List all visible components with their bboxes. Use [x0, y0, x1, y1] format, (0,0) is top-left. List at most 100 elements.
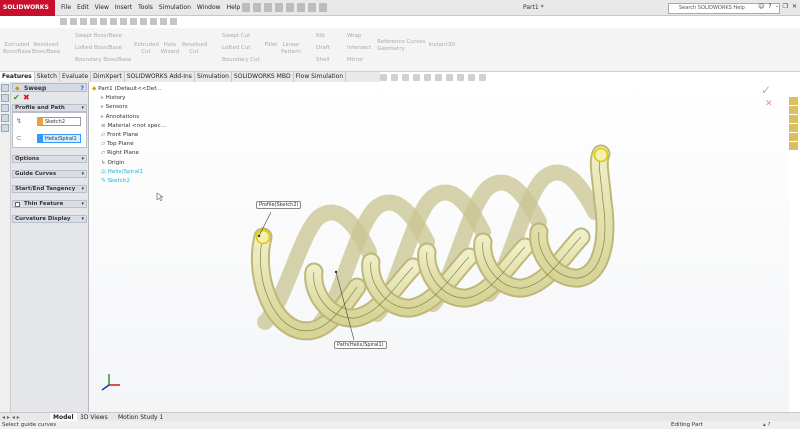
dimxpert-manager-icon[interactable]	[1, 114, 9, 122]
extruded-cut-button[interactable]: Extruded Cut	[134, 42, 159, 56]
instant3d-button[interactable]: Instant3D	[428, 42, 456, 49]
tree-item-front-plane[interactable]: ▱ Front Plane	[92, 131, 202, 140]
boundary-cut-button[interactable]: Boundary Cut	[222, 57, 260, 64]
profile-callout[interactable]: Profile(Sketch2)	[256, 201, 302, 209]
view-orientation-icon[interactable]	[424, 73, 431, 81]
shell-button[interactable]: Shell	[316, 57, 329, 64]
tab-evaluate[interactable]: Evaluate	[60, 72, 92, 82]
mirror-button[interactable]: Mirror	[347, 57, 363, 64]
tree-root-part1[interactable]: ◆ Part1 (Default<<Def...	[92, 85, 202, 94]
configuration-manager-icon[interactable]	[1, 104, 9, 112]
feature-manager-icon[interactable]	[1, 84, 9, 92]
toolbar-icon[interactable]	[130, 18, 137, 25]
menu-help[interactable]: Help	[224, 0, 244, 16]
curves-button[interactable]: Curves	[406, 39, 426, 46]
section-view-icon[interactable]	[413, 73, 420, 81]
restore-icon[interactable]: ❐	[783, 3, 788, 10]
wrap-button[interactable]: Wrap	[347, 33, 361, 40]
undo-icon[interactable]	[286, 3, 294, 12]
options-section[interactable]: Options	[12, 155, 87, 163]
options-icon[interactable]	[319, 3, 327, 12]
rebuild-icon[interactable]	[308, 3, 316, 12]
property-manager-icon[interactable]	[1, 94, 9, 102]
appearances-icon[interactable]	[789, 133, 798, 141]
toolbar-icon[interactable]	[70, 18, 77, 25]
tree-item-origin[interactable]: ↳ Origin	[92, 159, 202, 168]
select-icon[interactable]	[297, 3, 305, 12]
view-palette-icon[interactable]	[789, 124, 798, 132]
print-icon[interactable]	[275, 3, 283, 12]
toolbar-icon[interactable]	[120, 18, 127, 25]
menu-window[interactable]: Window	[194, 0, 224, 16]
menu-tools[interactable]: Tools	[135, 0, 156, 16]
toolbar-icon[interactable]	[150, 18, 157, 25]
tree-item-annotations[interactable]: ▸ Annotations	[92, 113, 202, 122]
units-icon[interactable]: ▴ ?	[763, 421, 770, 429]
thin-feature-section[interactable]: Thin Feature	[12, 200, 87, 208]
toolbar-icon[interactable]	[140, 18, 147, 25]
menu-insert[interactable]: Insert	[112, 0, 135, 16]
menu-file[interactable]: File	[58, 0, 74, 16]
close-icon[interactable]: ✕	[792, 3, 797, 10]
help-icon[interactable]: ?	[768, 3, 771, 10]
tab-simulation[interactable]: Simulation	[195, 72, 232, 82]
lofted-cut-button[interactable]: Lofted Cut	[222, 45, 250, 52]
toolbar-icon[interactable]	[100, 18, 107, 25]
swept-cut-button[interactable]: Swept Cut	[222, 33, 250, 40]
minimize-icon[interactable]: –	[776, 3, 779, 10]
scene-icon[interactable]	[468, 73, 475, 81]
menu-view[interactable]: View	[92, 0, 112, 16]
previous-view-icon[interactable]	[402, 73, 409, 81]
file-explorer-icon[interactable]	[789, 115, 798, 123]
intersect-button[interactable]: Intersect	[347, 45, 371, 52]
guide-curves-section[interactable]: Guide Curves	[12, 170, 87, 178]
toolbar-icon[interactable]	[110, 18, 117, 25]
toolbar-icon[interactable]	[90, 18, 97, 25]
user-icon[interactable]: ☺	[758, 3, 764, 10]
revolved-boss-button[interactable]: Revolved Boss/Base	[32, 42, 60, 56]
tree-item-material[interactable]: ≡ Material <not spec...	[92, 122, 202, 131]
resources-icon[interactable]	[789, 97, 798, 105]
custom-properties-icon[interactable]	[789, 142, 798, 150]
tree-item-sensors[interactable]: ▸ Sensors	[92, 103, 202, 112]
swept-boss-button[interactable]: Swept Boss/Base	[75, 33, 122, 40]
draft-button[interactable]: Draft	[316, 45, 330, 52]
fillet-button[interactable]: Fillet	[263, 42, 279, 49]
lofted-boss-button[interactable]: Lofted Boss/Base	[75, 45, 122, 52]
linear-pattern-button[interactable]: Linear Pattern	[280, 42, 302, 56]
boundary-boss-button[interactable]: Boundary Boss/Base	[75, 57, 131, 64]
path-selection-box[interactable]: Helix/Spiral1	[37, 134, 81, 143]
display-manager-icon[interactable]	[1, 124, 9, 132]
path-callout[interactable]: Path(Helix/Spiral1)	[334, 341, 387, 349]
revolved-cut-button[interactable]: Revolved Cut	[182, 42, 207, 56]
pm-help-icon[interactable]: ?	[81, 84, 84, 93]
reference-geometry-button[interactable]: Reference Geometry	[375, 39, 407, 53]
confirm-cancel-icon[interactable]: ✕	[765, 99, 773, 109]
solidworks-logo[interactable]: SOLIDWORKS	[0, 0, 55, 16]
zoom-fit-icon[interactable]	[380, 73, 387, 81]
tree-item-sketch2[interactable]: ✎ Sketch2	[92, 177, 202, 186]
ok-check-icon[interactable]: ✔	[13, 93, 20, 102]
hide-show-icon[interactable]	[446, 73, 453, 81]
view-settings-icon[interactable]	[479, 73, 486, 81]
zoom-area-icon[interactable]	[391, 73, 398, 81]
hole-wizard-button[interactable]: Hole Wizard	[159, 42, 181, 56]
tab-features[interactable]: Features	[0, 72, 35, 82]
display-style-icon[interactable]	[435, 73, 442, 81]
toolbar-icon[interactable]	[160, 18, 167, 25]
cancel-x-icon[interactable]: ✖	[23, 93, 30, 102]
new-icon[interactable]	[242, 3, 250, 12]
confirm-ok-icon[interactable]: ✓	[761, 83, 771, 97]
menu-edit[interactable]: Edit	[74, 0, 92, 16]
thin-feature-checkbox[interactable]	[15, 202, 20, 207]
open-icon[interactable]	[253, 3, 261, 12]
profile-circle-end[interactable]	[593, 147, 609, 163]
tab-mbd[interactable]: SOLIDWORKS MBD	[232, 72, 294, 82]
profile-path-section[interactable]: Profile and Path	[12, 104, 87, 112]
tree-item-helix[interactable]: ◎ Helix/Spiral1	[92, 168, 202, 177]
start-end-tangency-section[interactable]: Start/End Tangency	[12, 185, 87, 193]
profile-selection-box[interactable]: Sketch2	[37, 117, 81, 126]
tab-dimxpert[interactable]: DimXpert	[91, 72, 125, 82]
extruded-boss-button[interactable]: Extruded Boss/Base	[2, 42, 32, 56]
appearance-icon[interactable]	[457, 73, 464, 81]
